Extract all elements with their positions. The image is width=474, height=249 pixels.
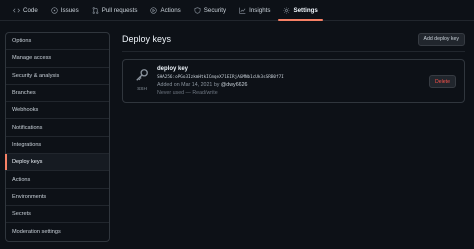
header-divider: [122, 51, 465, 52]
tab-settings[interactable]: Settings: [278, 0, 324, 21]
tab-label: Security: [203, 6, 227, 14]
tab-insights[interactable]: Insights: [234, 0, 275, 20]
tab-pull-requests[interactable]: Pull requests: [87, 0, 143, 20]
sidebar-item-secrets[interactable]: Secrets: [6, 206, 109, 224]
sidebar-item-integrations[interactable]: Integrations: [6, 137, 109, 155]
tab-label: Settings: [293, 6, 318, 14]
tab-label: Code: [23, 6, 38, 14]
sidebar-item-security-analysis[interactable]: Security & analysis: [6, 68, 109, 85]
tab-actions[interactable]: Actions: [145, 0, 185, 20]
sidebar-item-actions[interactable]: Actions: [6, 171, 109, 189]
tab-code[interactable]: Code: [8, 0, 43, 20]
settings-sidebar: Options Manage access Security & analysi…: [5, 32, 110, 242]
key-usage-text: Never used — Read/write: [157, 89, 218, 96]
key-title: deploy key: [157, 66, 189, 72]
pull-request-icon: [92, 6, 99, 14]
add-deploy-key-button[interactable]: Add deploy key: [417, 32, 465, 46]
code-icon: [13, 8, 20, 12]
sidebar-item-moderation-settings[interactable]: Moderation settings: [6, 223, 109, 240]
tab-label: Issues: [60, 6, 79, 14]
tab-label: Insights: [249, 6, 271, 14]
key-fingerprint: SHA256:oPGo3IzkmHtkICmqeX71EIRjAGMNb1cUk…: [157, 74, 284, 80]
tab-issues[interactable]: Issues: [46, 0, 84, 20]
gear-icon: [283, 6, 291, 14]
delete-key-button[interactable]: Delete: [429, 75, 456, 88]
play-icon: [150, 6, 158, 14]
repo-nav: Code Issues Pull requests Actions Securi…: [0, 0, 474, 21]
sidebar-item-options[interactable]: Options: [6, 33, 109, 51]
tab-label: Pull requests: [101, 6, 138, 14]
sidebar-item-branches[interactable]: Branches: [6, 85, 109, 103]
shield-icon: [194, 6, 201, 14]
main-content: Deploy keys Add deploy key SSH deploy ke…: [122, 32, 465, 103]
page-title: Deploy keys: [122, 34, 172, 44]
key-added-user-link[interactable]: @dwy6626: [221, 82, 248, 88]
key-type-label: SSH: [137, 87, 147, 92]
sidebar-item-manage-access[interactable]: Manage access: [6, 50, 109, 68]
key-type-block: SSH: [133, 68, 151, 92]
deploy-key-card: SSH deploy key SHA256:oPGo3IzkmHtkICmqeX…: [122, 59, 465, 103]
tab-label: Actions: [160, 6, 181, 14]
sidebar-item-notifications[interactable]: Notifications: [6, 119, 109, 137]
sidebar-item-deploy-keys[interactable]: Deploy keys: [5, 154, 109, 172]
page-header: Deploy keys Add deploy key: [122, 32, 465, 46]
graph-icon: [239, 7, 246, 14]
key-added-prefix: Added on Mar 14, 2021 by: [157, 81, 221, 88]
sidebar-item-environments[interactable]: Environments: [6, 189, 109, 206]
issue-icon: [51, 6, 58, 14]
key-info: deploy key SHA256:oPGo3IzkmHtkICmqeX71EI…: [157, 66, 284, 96]
tab-security[interactable]: Security: [189, 0, 231, 20]
key-icon: [136, 69, 148, 81]
sidebar-item-webhooks[interactable]: Webhooks: [6, 102, 109, 120]
key-added-text: Added on Mar 14, 2021 by @dwy6626: [157, 82, 284, 88]
